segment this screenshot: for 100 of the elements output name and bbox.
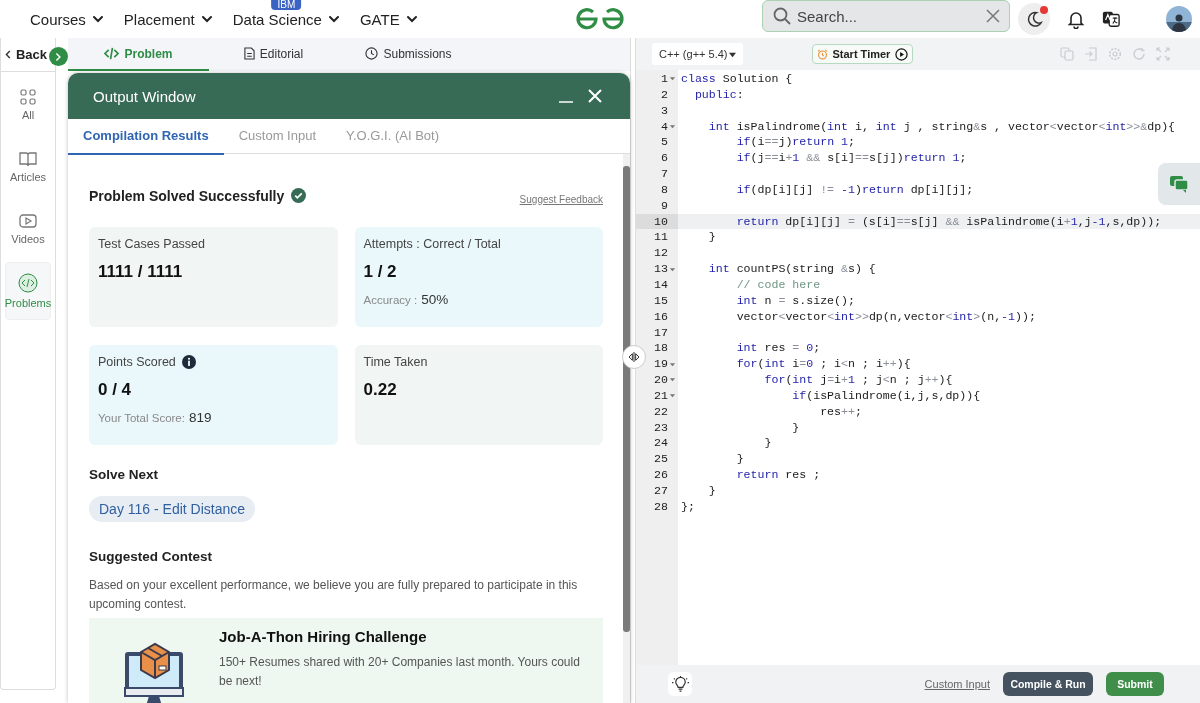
nav-menu[interactable]: Data Science: [232, 10, 340, 28]
code-line: int n = s.size();: [735, 292, 855, 309]
sidebar-item[interactable]: All: [5, 76, 51, 134]
code-line: int isPalindrome(int i, int j , string&s , vector<vector<int>>&dp){: [707, 118, 1176, 135]
play-icon: [19, 213, 37, 229]
stat-label: Attempts : Correct / Total: [363, 237, 501, 251]
hint-button[interactable]: [668, 672, 692, 696]
line-number: 4: [661, 118, 668, 135]
nav-menu[interactable]: Courses: [30, 10, 104, 28]
line-number: 6: [661, 150, 668, 167]
tab[interactable]: Compilation Results: [68, 119, 224, 155]
tab[interactable]: Problem: [68, 38, 209, 71]
line-number: 22: [654, 403, 668, 420]
line-number: 26: [654, 467, 668, 483]
caret-icon: [728, 50, 736, 58]
section-heading: Solve Next: [89, 467, 160, 482]
info-icon[interactable]: [181, 355, 196, 369]
stat-label: Test Cases Passed: [98, 237, 205, 251]
avatar[interactable]: [1166, 6, 1192, 32]
line-number: 12: [654, 245, 668, 262]
line-number: 17: [654, 324, 668, 341]
code-line: }: [791, 419, 800, 436]
line-number: 25: [654, 451, 668, 468]
code-line: };: [680, 498, 695, 515]
chevron-down-icon: [405, 13, 418, 25]
fold-arrow-icon[interactable]: [669, 75, 676, 83]
fold-arrow-icon[interactable]: [669, 392, 676, 400]
line-number: 19: [654, 356, 668, 373]
code-line: }: [763, 435, 772, 452]
theme-toggle[interactable]: [1018, 3, 1050, 35]
chat-button[interactable]: [1158, 163, 1200, 205]
close-icon[interactable]: [588, 89, 602, 103]
code-line: for(int i=0 ; i<n ; i++){: [735, 356, 911, 373]
stat-value: 0.22: [363, 380, 398, 400]
line-number: 10: [654, 213, 668, 230]
grid-icon: [20, 89, 36, 105]
bulb-icon: [671, 675, 689, 693]
code-line: res++;: [819, 403, 862, 420]
play-circle-icon: [895, 47, 909, 61]
search-field[interactable]: Search...: [762, 0, 1010, 32]
problem-chip[interactable]: Day 116 - Edit Distance: [89, 496, 256, 522]
badge: IBM: [271, 0, 302, 10]
line-number: 11: [654, 229, 668, 246]
code-line: return res ;: [735, 467, 821, 483]
clock-icon: [365, 47, 379, 60]
code-line: if(i==j)return 1;: [735, 134, 855, 151]
note-label: Accuracy :: [363, 294, 418, 306]
line-number: 27: [654, 482, 668, 499]
status-message: Problem Solved Successfully: [89, 187, 285, 204]
stat-label: Time Taken: [363, 355, 428, 369]
chevron-down-icon: [91, 13, 104, 25]
compile-run-button[interactable]: Compile & Run: [1003, 672, 1093, 696]
nav-menu[interactable]: GATE: [359, 10, 418, 28]
search-icon: [772, 6, 792, 26]
moon-icon: [1025, 10, 1043, 28]
submit-button[interactable]: Submit: [1106, 672, 1164, 696]
code-line: public:: [693, 86, 744, 103]
timer-button[interactable]: Start Timer: [811, 44, 914, 64]
line-number: 13: [654, 261, 668, 277]
fold-arrow-icon[interactable]: [669, 376, 676, 384]
translate-icon[interactable]: [1102, 10, 1120, 28]
section-heading: Suggested Contest: [89, 549, 213, 564]
line-number: 8: [661, 181, 668, 198]
note-label: Your Total Score:: [98, 412, 185, 424]
chevron-down-icon: [327, 13, 340, 25]
line-number: 7: [661, 166, 668, 182]
code-line: }: [735, 451, 744, 468]
stat-label: Points Scored: [98, 355, 176, 369]
note-value: 50%: [421, 292, 449, 307]
book-icon: [19, 151, 37, 167]
clear-icon[interactable]: [986, 9, 1000, 23]
code-icon: [104, 47, 120, 60]
code-line: }: [707, 482, 716, 499]
sidebar-item[interactable]: Problems: [5, 262, 51, 320]
language-select[interactable]: C++ (g++ 5.4): [652, 43, 743, 65]
stat-value: 0 / 4: [98, 380, 133, 400]
note-value: 819: [188, 410, 212, 425]
contest-description: 150+ Resumes shared with 20+ Companies last month. Yours could be next!: [219, 654, 581, 690]
custom-input-link[interactable]: Custom Input: [924, 678, 990, 690]
nav-menu[interactable]: Placement: [123, 10, 213, 28]
line-number: 9: [661, 197, 668, 214]
code-line-highlighted: return dp[i][j] = (s[i]==s[j] && isPalindrome(i+1,j-1,s,dp));: [678, 213, 1200, 230]
line-number: 21: [654, 387, 668, 404]
fold-arrow-icon[interactable]: [669, 122, 676, 130]
fold-arrow-icon[interactable]: [669, 265, 676, 273]
fold-arrow-icon[interactable]: [669, 360, 676, 368]
bell-icon[interactable]: [1066, 9, 1086, 29]
description: Based on your excellent performance, we believe you are fully prepared to participate in this upcoming contest.: [89, 577, 579, 613]
line-number: 16: [654, 308, 668, 325]
feedback-link[interactable]: Suggest Feedback: [519, 194, 603, 205]
code-line: vector<vector<int>>dp(n,vector<int>(n,-1));: [735, 308, 1036, 325]
code-line: if(j==i+1 && s[i]==s[j])return 1;: [735, 150, 967, 167]
line-number: 24: [654, 435, 668, 452]
alarm-icon: [816, 48, 828, 60]
line-number: 3: [661, 102, 668, 119]
code-line: int res = 0;: [735, 340, 821, 357]
sidebar-item[interactable]: Articles: [5, 138, 51, 196]
chevron-right-icon: [55, 51, 62, 62]
site-logo[interactable]: [575, 6, 625, 32]
sidebar-item[interactable]: Videos: [5, 200, 51, 258]
